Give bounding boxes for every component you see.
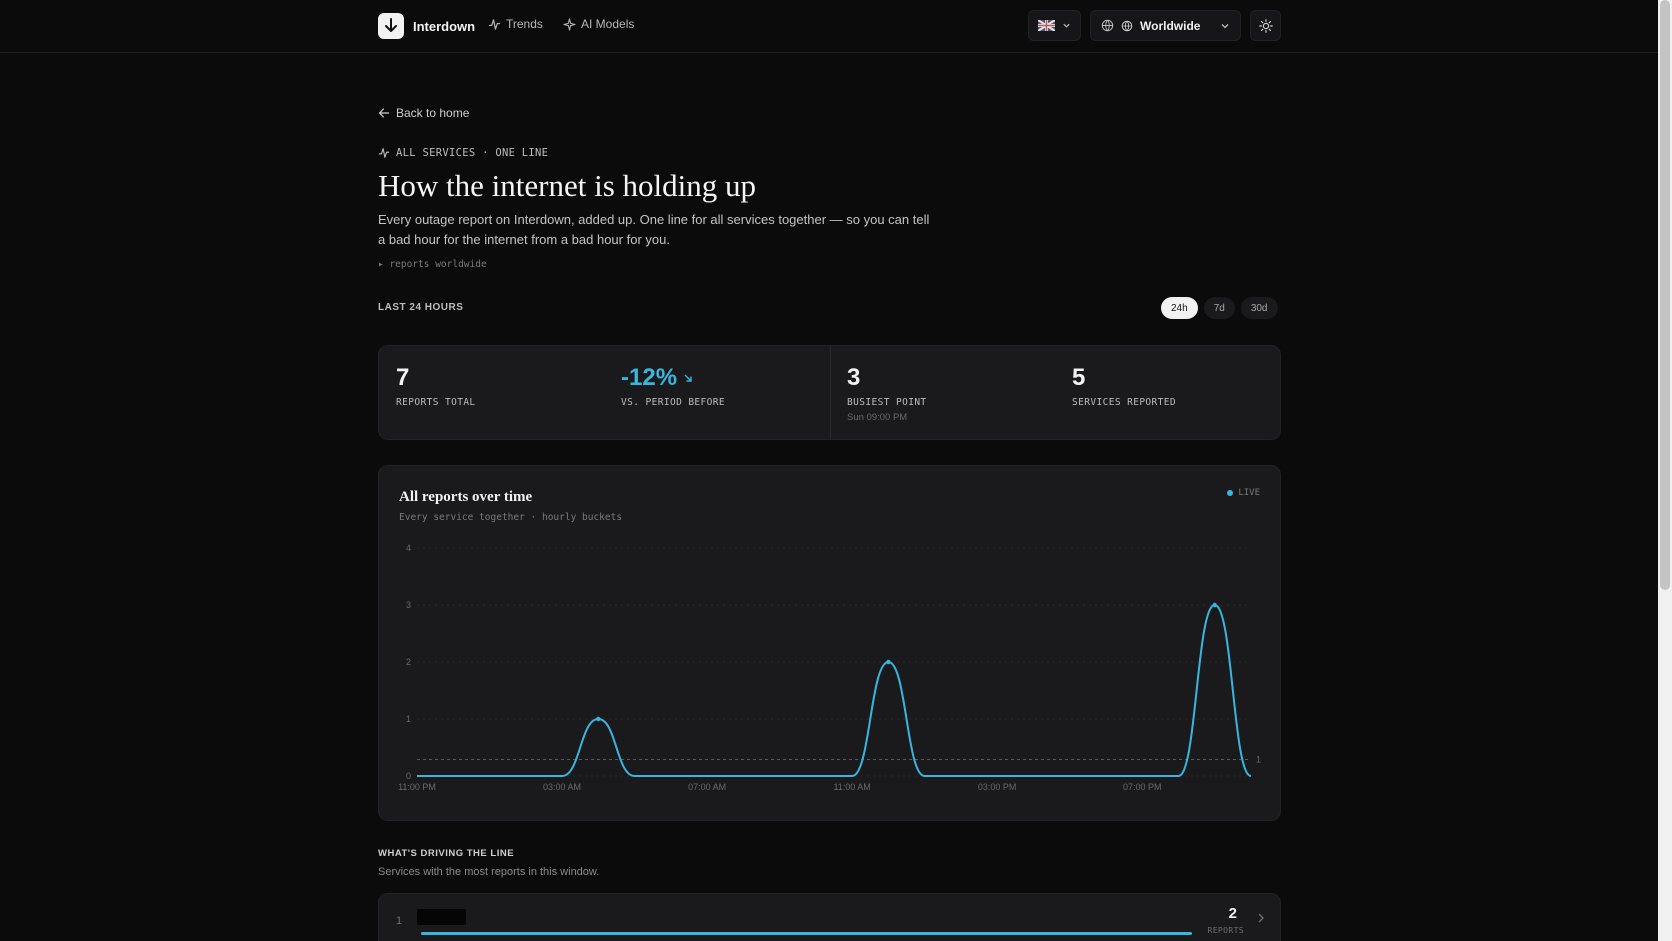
stat-services-reported: 5 SERVICES REPORTED [1055, 346, 1280, 439]
reports-line-chart[interactable]: 0 1 2 3 4 1 11:00 PM 03:00 AM 07:00 AM 11:00 AM 03… [379, 466, 1282, 822]
globe-icon [1121, 20, 1133, 31]
stat-busiest-point: 3 BUSIEST POINT Sun 09:00 PM [830, 346, 1055, 439]
y-tick-label: 0 [406, 771, 411, 781]
eyebrow: ALL SERVICES · ONE LINE [378, 147, 548, 159]
x-tick-label: 07:00 AM [688, 782, 726, 792]
x-tick-label: 03:00 AM [543, 782, 581, 792]
driver-share-fill [421, 932, 1192, 935]
globe-icon [1101, 19, 1114, 32]
language-select[interactable] [1028, 10, 1081, 41]
period-label: LAST 24 HOURS [378, 302, 464, 313]
x-tick-label: 11:00 PM [398, 782, 436, 792]
uk-flag-icon [1038, 20, 1055, 31]
back-label: Back to home [396, 106, 470, 120]
drivers-subtitle: Services with the most reports in this w… [378, 866, 600, 878]
drivers-title: WHAT'S DRIVING THE LINE [378, 848, 515, 859]
driver-row[interactable]: 1 2 REPORTS [378, 893, 1281, 941]
chart-card: All reports over time Every service toge… [378, 465, 1281, 821]
nav-link-label: AI Models [581, 17, 635, 31]
scrollbar-thumb[interactable] [1660, 0, 1670, 590]
stat-label: SERVICES REPORTED [1072, 397, 1177, 408]
arrow-left-icon [378, 108, 390, 118]
chevron-down-icon [1221, 23, 1229, 28]
activity-icon [378, 148, 390, 158]
data-point [596, 716, 601, 722]
range-24h-button[interactable]: 24h [1161, 297, 1198, 319]
service-name-redacted [417, 909, 466, 925]
stat-value: -12% [621, 364, 812, 392]
nav-link-ai-models[interactable]: AI Models [563, 17, 634, 31]
top-nav: Interdown Trends AI Models Worldwide [0, 0, 1658, 53]
y-tick-label: 2 [406, 657, 411, 667]
chevron-down-icon [1063, 23, 1070, 28]
series-line [417, 604, 1252, 777]
scrollbar[interactable] [1658, 0, 1672, 941]
range-7d-button[interactable]: 7d [1203, 297, 1235, 319]
brand-link[interactable]: Interdown [378, 13, 475, 39]
back-to-home-link[interactable]: Back to home [378, 106, 469, 120]
x-tick-label: 11:00 AM [833, 782, 870, 792]
stats-card: 7 REPORTS TOTAL -12% VS. PERIOD BEFORE 3… [378, 345, 1281, 440]
sparkles-icon [563, 17, 576, 31]
arrow-down-logo-icon [378, 13, 404, 39]
stat-value-text: -12% [621, 364, 678, 391]
x-tick-label: 07:00 PM [1123, 782, 1162, 792]
driver-count-label: REPORTS [1207, 926, 1244, 935]
data-point [886, 659, 891, 665]
range-30d-button[interactable]: 30d [1240, 297, 1278, 319]
nav-link-label: Trends [506, 17, 543, 31]
stat-reports-total: 7 REPORTS TOTAL [379, 346, 604, 439]
y-tick-label: 3 [406, 600, 411, 610]
eyebrow-text: ALL SERVICES · ONE LINE [396, 147, 549, 159]
stat-sub: Sun 09:00 PM [847, 412, 908, 423]
stat-label: REPORTS TOTAL [396, 397, 476, 408]
chevron-right-icon [1258, 913, 1264, 923]
stat-value: 7 [396, 364, 410, 391]
page-description: Every outage report on Interdown, added … [378, 212, 930, 247]
region-select[interactable]: Worldwide [1090, 10, 1241, 41]
x-tick-label: 03:00 PM [978, 782, 1017, 792]
y-tick-label: 1 [406, 714, 411, 724]
stat-label: VS. PERIOD BEFORE [621, 397, 726, 408]
stat-value: 5 [1072, 364, 1086, 391]
nav-link-trends[interactable]: Trends [488, 17, 543, 31]
range-switcher: 24h 7d 30d [1161, 297, 1278, 319]
driver-share-bar [421, 932, 1192, 935]
arrow-down-right-icon [684, 374, 692, 382]
brand-name: Interdown [413, 18, 476, 34]
driver-count: 2 [1228, 905, 1237, 922]
reference-line-label: 1 [1256, 754, 1261, 764]
theme-toggle[interactable] [1250, 10, 1281, 41]
region-value: Worldwide [1140, 18, 1201, 33]
page-title: How the internet is holding up [378, 168, 756, 203]
stat-label: BUSIEST POINT [847, 397, 927, 408]
y-tick-label: 4 [406, 543, 411, 553]
stat-vs-period-before: -12% VS. PERIOD BEFORE [604, 346, 829, 439]
stat-value: 3 [847, 364, 861, 391]
data-point [1212, 602, 1217, 608]
sun-icon [1258, 18, 1273, 33]
activity-icon [488, 18, 501, 30]
driver-rank: 1 [396, 915, 403, 927]
scope-hint: ▸ reports worldwide [378, 259, 487, 270]
